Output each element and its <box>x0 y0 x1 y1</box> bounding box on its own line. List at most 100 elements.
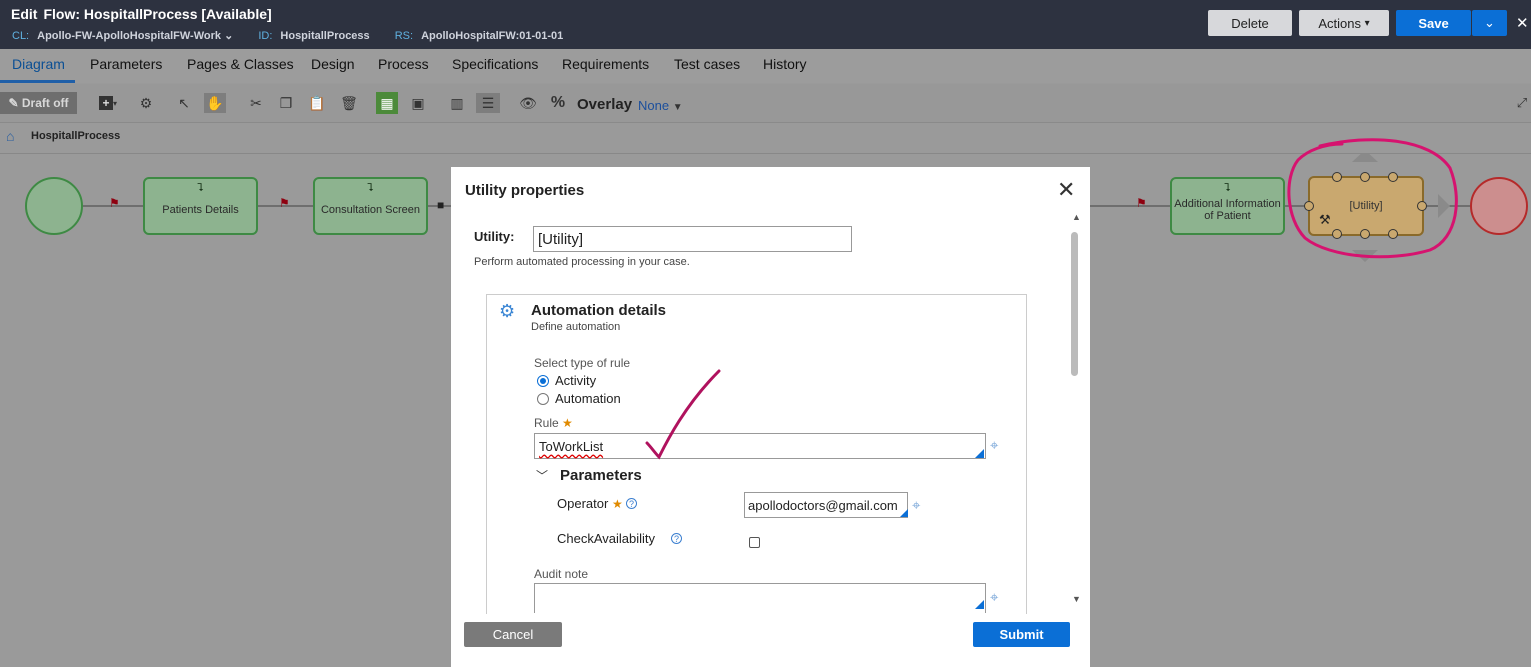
tab-process[interactable]: Process <box>378 56 429 72</box>
scroll-thumb[interactable] <box>1071 232 1078 376</box>
fit-view-icon[interactable]: ▣ <box>408 93 428 113</box>
actions-button[interactable]: Actions ▾ <box>1299 10 1389 36</box>
flag-icon: ⚑ <box>1136 196 1147 210</box>
tab-history[interactable]: History <box>763 56 807 72</box>
diagram-toolbar: ✎ Draft off + ▾ ⚙ ↖ ✋ ✂ ❐ 📋 🗑 ▦ ▣ ▥ ☰ 👁 %… <box>0 84 1531 123</box>
ruleset-value: ApolloHospitalFW:01-01-01 <box>421 30 564 42</box>
tab-parameters[interactable]: Parameters <box>90 56 162 72</box>
list-view-icon[interactable]: ☰ <box>476 93 500 113</box>
save-options-button[interactable]: ⌄ <box>1472 10 1507 36</box>
activity-radio[interactable] <box>537 375 549 387</box>
assignment-consultation-screen[interactable]: ⮧ Consultation Screen <box>313 177 428 235</box>
help-icon[interactable]: ? <box>671 533 682 544</box>
crosshair-icon[interactable]: ⌖ <box>990 437 998 454</box>
assignment-patients-details[interactable]: ⮧ Patients Details <box>143 177 258 235</box>
close-icon[interactable]: ✕ <box>1516 14 1529 32</box>
app-header: Edit Flow: HospitallProcess [Available] C… <box>0 0 1531 49</box>
end-event[interactable] <box>1470 177 1528 235</box>
automation-radio-label[interactable]: Automation <box>555 391 621 406</box>
required-icon: ★ <box>562 416 573 430</box>
assignment-icon: ⮧ <box>197 182 204 194</box>
automation-radio[interactable] <box>537 393 549 405</box>
chevron-down-icon: ▾ <box>1364 17 1370 29</box>
utility-name-input[interactable] <box>533 226 852 252</box>
active-tab-indicator <box>0 80 75 83</box>
tab-specifications[interactable]: Specifications <box>452 56 538 72</box>
crosshair-icon[interactable]: ⌖ <box>912 497 920 514</box>
activity-radio-label[interactable]: Activity <box>555 373 596 388</box>
home-icon[interactable]: ⌂ <box>6 128 14 144</box>
edit-label: Edit <box>11 6 38 22</box>
cancel-button[interactable]: Cancel <box>464 622 562 647</box>
required-icon: ★ <box>611 497 623 511</box>
gear-icon[interactable]: ⚙ <box>136 93 156 113</box>
check-availability-label: CheckAvailability <box>557 531 656 546</box>
overlay-dropdown[interactable]: None ▼ <box>638 98 683 113</box>
copy-icon[interactable]: ❐ <box>276 93 296 113</box>
rule-input[interactable]: ToWorkList <box>534 433 986 459</box>
help-icon[interactable]: ? <box>626 498 637 509</box>
start-event[interactable] <box>25 177 83 235</box>
check-availability-checkbox[interactable] <box>749 537 760 548</box>
parameters-header[interactable]: Parameters <box>560 467 642 484</box>
save-button[interactable]: Save <box>1396 10 1471 36</box>
tab-requirements[interactable]: Requirements <box>562 56 649 72</box>
dialog-scrollbar[interactable]: ▲ ▼ <box>1068 212 1082 607</box>
table-view-icon[interactable]: ▥ <box>447 93 467 113</box>
draft-toggle[interactable]: ✎ Draft off <box>0 92 77 114</box>
annotation-circle <box>1287 138 1458 259</box>
scroll-up-icon[interactable]: ▲ <box>1072 212 1081 222</box>
rule-label: Rule ★ <box>534 416 573 430</box>
flow-title: Flow: HospitallProcess [Available] <box>43 6 272 22</box>
rule-metadata: CL: Apollo-FW-ApolloHospitalFW-Work ⌄ ID:… <box>12 29 585 42</box>
tab-bar: Diagram Parameters Pages & Classes Desig… <box>0 49 1531 83</box>
eye-icon[interactable]: 👁 <box>518 93 538 113</box>
id-key: ID: <box>258 30 273 42</box>
pointer-icon[interactable]: ↖ <box>174 93 194 113</box>
section-title: Automation details <box>531 302 667 319</box>
caret-down-icon: ▼ <box>672 102 683 113</box>
assignment-icon: ⮧ <box>1224 182 1231 194</box>
autocomplete-corner-icon <box>975 600 984 609</box>
operator-input[interactable] <box>744 492 908 518</box>
grid-snap-icon[interactable]: ▦ <box>376 92 398 114</box>
chevron-down-icon[interactable]: ﹀ <box>536 467 548 484</box>
section-subtitle: Define automation <box>531 321 621 333</box>
delete-button[interactable]: Delete <box>1208 10 1292 36</box>
class-key: CL: <box>12 30 30 42</box>
annotation-checkmark <box>645 369 721 460</box>
rule-type-label: Select type of rule <box>534 356 631 370</box>
add-shape-icon[interactable]: + ▾ <box>94 93 122 113</box>
scroll-down-icon[interactable]: ▼ <box>1072 594 1081 604</box>
submit-button[interactable]: Submit <box>973 622 1070 647</box>
flag-icon: ⚑ <box>279 196 290 210</box>
utility-description: Perform automated processing in your cas… <box>474 256 690 268</box>
crosshair-icon[interactable]: ⌖ <box>990 589 998 606</box>
chevron-down-icon: ⌄ <box>224 30 234 42</box>
utility-properties-dialog: Utility properties ✕ ▲ ▼ Utility: Perfor… <box>451 167 1090 667</box>
tab-design[interactable]: Design <box>311 56 355 72</box>
audit-note-input[interactable] <box>534 583 986 613</box>
breadcrumb-item[interactable]: HospitallProcess <box>31 130 120 142</box>
tab-pages-classes[interactable]: Pages & Classes <box>187 56 294 72</box>
close-icon[interactable]: ✕ <box>1057 179 1075 201</box>
rule-input-value: ToWorkList <box>539 438 604 454</box>
tab-diagram[interactable]: Diagram <box>12 56 65 72</box>
utility-label: Utility: <box>474 229 515 244</box>
rule-title: Edit Flow: HospitallProcess [Available] <box>11 6 272 22</box>
briefcase-icon: ■ <box>437 198 445 212</box>
paste-icon[interactable]: 📋 <box>307 93 327 113</box>
trash-icon[interactable]: 🗑 <box>339 93 359 113</box>
cut-icon[interactable]: ✂ <box>246 93 266 113</box>
chevron-down-icon: ⌄ <box>1484 15 1495 30</box>
flag-icon: ⚑ <box>109 196 120 210</box>
fullscreen-icon[interactable]: ⤢ <box>1512 93 1531 113</box>
ruleset-key: RS: <box>394 30 414 42</box>
hand-icon[interactable]: ✋ <box>204 93 226 113</box>
class-value[interactable]: Apollo-FW-ApolloHospitalFW-Work ⌄ <box>37 30 233 42</box>
operator-label: Operator ★ <box>557 496 623 511</box>
assignment-additional-information[interactable]: ⮧ Additional Information of Patient <box>1170 177 1285 235</box>
tab-test-cases[interactable]: Test cases <box>674 56 740 72</box>
autocomplete-corner-icon <box>975 449 984 458</box>
percent-icon[interactable]: % <box>548 93 568 113</box>
